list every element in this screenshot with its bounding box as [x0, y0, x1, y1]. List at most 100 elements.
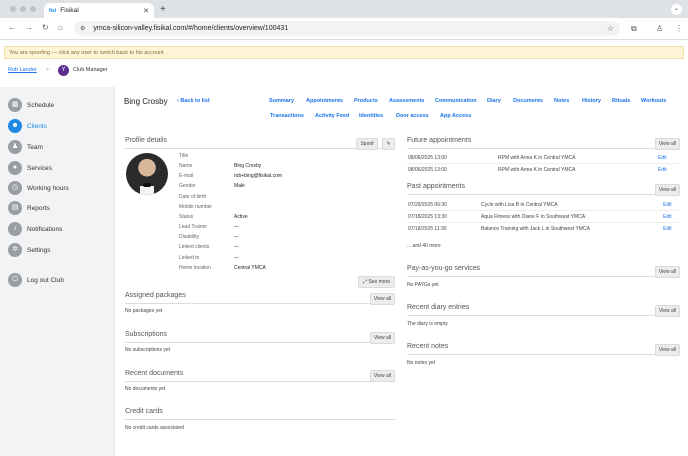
tab-history[interactable]: History	[582, 98, 601, 104]
future-view-all-button[interactable]: View all	[655, 138, 680, 150]
site-settings-icon[interactable]: ⚙	[80, 25, 85, 32]
tab-identities[interactable]: Identities	[359, 113, 383, 119]
appointment-edit-link[interactable]: Edit	[663, 202, 672, 208]
appointment-edit-link[interactable]: Edit	[663, 214, 672, 220]
appointment-date: 08/06/2025 13:00	[408, 167, 447, 173]
past-view-all-button[interactable]: View all	[655, 184, 680, 196]
field-label: Date of birth	[179, 194, 207, 200]
tab-assessments[interactable]: Assessments	[389, 98, 424, 104]
breadcrumb-role: Club Manager	[72, 67, 108, 73]
appointment-desc: Balance Training with Jack L in Southwes…	[481, 226, 590, 232]
see-more-button[interactable]: ⤢ See more	[358, 276, 395, 288]
more-appointments-text: ... and 40 more	[407, 243, 441, 249]
back-icon[interactable]: ←	[8, 23, 16, 32]
appointment-desc: RPM with Anna K in Central YMCA	[498, 155, 576, 161]
bookmark-star-icon[interactable]: ☆	[607, 24, 614, 33]
sidebar-item-label: Clients	[27, 122, 47, 130]
sidebar-item-settings[interactable]: ✲ Settings	[8, 243, 51, 257]
payg-view-all-button[interactable]: View all	[655, 266, 680, 278]
tab-workouts[interactable]: Workouts	[641, 98, 666, 104]
appointment-date: 07/18/2025 13:30	[408, 214, 447, 220]
field-label: Status	[179, 214, 194, 220]
packages-view-all-button[interactable]: View all	[370, 293, 395, 305]
documents-empty: No documents yet	[125, 386, 166, 392]
home-icon[interactable]: ⌂	[58, 23, 63, 32]
tab-transactions[interactable]: Transactions	[270, 113, 304, 119]
field-value: Bing Crosby	[234, 163, 262, 169]
tab-products[interactable]: Products	[354, 98, 378, 104]
spoof-button[interactable]: Spoof	[356, 138, 378, 150]
tab-appointments[interactable]: Appointments	[306, 98, 343, 104]
subscriptions-view-all-button[interactable]: View all	[370, 332, 395, 344]
clients-icon: ☻	[8, 119, 22, 133]
divider	[407, 276, 679, 277]
tab-door-access[interactable]: Door access	[396, 113, 429, 119]
field-label: Linked to	[179, 255, 200, 261]
sidebar-item-clients[interactable]: ☻ Clients	[8, 119, 47, 133]
sidebar-item-reports[interactable]: ▤ Reports	[8, 201, 50, 215]
appointment-desc: RPM with Anna K in Central YMCA	[498, 167, 576, 173]
sidebar-item-working-hours[interactable]: ◷ Working hours	[8, 181, 69, 195]
back-to-list-link[interactable]: ‹ Back to list	[177, 98, 210, 104]
spoof-banner[interactable]: You are spoofing — click any user to swi…	[4, 46, 684, 59]
documents-view-all-button[interactable]: View all	[370, 370, 395, 382]
divider	[125, 342, 395, 343]
favicon-icon: fisi	[49, 7, 57, 14]
edit-pencil-icon[interactable]: ✎	[382, 138, 395, 150]
tab-menu-icon[interactable]: ⌄	[671, 4, 682, 15]
field-value: —	[234, 224, 239, 230]
tab-documents[interactable]: Documents	[513, 98, 543, 104]
forward-icon[interactable]: →	[25, 23, 33, 32]
appointment-edit-link[interactable]: Edit	[658, 167, 667, 173]
breadcrumb-user[interactable]: Rob Lander	[8, 67, 37, 73]
profile-details-title: Profile details	[125, 137, 168, 144]
row-divider	[407, 222, 679, 223]
window-controls[interactable]	[10, 6, 36, 12]
appointment-edit-link[interactable]: Edit	[658, 155, 667, 161]
gear-icon: ✲	[8, 243, 22, 257]
tab-title: Fisikal	[60, 7, 79, 14]
sidebar-item-label: Schedule	[27, 101, 55, 109]
menu-icon[interactable]: ⋮	[675, 24, 683, 33]
row-divider	[407, 163, 679, 164]
reload-icon[interactable]: ↻	[42, 23, 49, 32]
notes-view-all-button[interactable]: View all	[655, 344, 680, 356]
appointment-date: 07/29/2025 06:30	[408, 202, 447, 208]
url-text: ymca-silicon-valley.fisikal.com/#/home/c…	[93, 25, 289, 32]
sidebar-item-team[interactable]: ♟ Team	[8, 140, 43, 154]
profile-icon[interactable]: ♙	[656, 24, 663, 33]
services-icon: ●	[8, 161, 22, 175]
sidebar-item-label: Team	[27, 143, 43, 151]
sidebar-item-services[interactable]: ● Services	[8, 161, 52, 175]
sidebar-item-logout[interactable]: ⏻ Log out Club	[8, 273, 64, 287]
field-label: E-mail	[179, 173, 194, 179]
new-tab-icon[interactable]: +	[160, 4, 166, 15]
sidebar-item-schedule[interactable]: ▦ Schedule	[8, 98, 54, 112]
tab-rituals[interactable]: Rituals	[612, 98, 630, 104]
assigned-packages-title: Assigned packages	[125, 292, 186, 299]
tab-diary[interactable]: Diary	[487, 98, 501, 104]
divider	[407, 194, 679, 195]
packages-empty: No packages yet	[125, 308, 163, 314]
extensions-icon[interactable]: ⧉	[631, 24, 637, 34]
appointment-date: 07/18/2025 11:30	[408, 226, 447, 232]
tab-app-access[interactable]: App Access	[440, 113, 471, 119]
field-label: Home location	[179, 265, 211, 271]
close-tab-icon[interactable]: ✕	[143, 7, 149, 15]
browser-tab[interactable]: fisi Fisikal ✕	[44, 3, 154, 18]
divider	[407, 148, 679, 149]
bell-icon: ♪	[8, 222, 22, 236]
appointment-edit-link[interactable]: Edit	[663, 226, 672, 232]
diary-view-all-button[interactable]: View all	[655, 305, 680, 317]
address-bar[interactable]: ⚙ ymca-silicon-valley.fisikal.com/#/home…	[74, 21, 620, 36]
breadcrumb: Rob Lander > Y Club Manager	[8, 64, 108, 76]
field-label: Disability	[179, 234, 200, 240]
sidebar-item-notifications[interactable]: ♪ Notifications	[8, 222, 62, 236]
breadcrumb-separator: >	[45, 67, 49, 73]
credit-cards-title: Credit cards	[125, 408, 163, 415]
tab-communication[interactable]: Communication	[435, 98, 477, 104]
subscriptions-empty: No subscriptions yet	[125, 347, 171, 353]
tab-summary[interactable]: Summary	[269, 98, 294, 104]
tab-notes[interactable]: Notes	[554, 98, 569, 104]
tab-activity-feed[interactable]: Activity Feed	[315, 113, 349, 119]
